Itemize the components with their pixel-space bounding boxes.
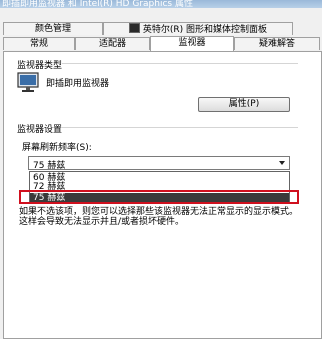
- window-title: 即插即用监视器 和 Intel(R) HD Graphics 属性: [2, 0, 193, 8]
- tab-color-management[interactable]: 颜色管理: [3, 22, 103, 35]
- divider: [62, 63, 298, 64]
- title-bar: 即插即用监视器 和 Intel(R) HD Graphics 属性: [0, 0, 322, 8]
- tab-intel-graphics[interactable]: 英特尔(R) 图形和媒体控制面板: [103, 22, 293, 35]
- monitor-icon: [17, 72, 39, 92]
- tab-label: 适配器: [98, 39, 126, 49]
- divider: [62, 127, 298, 128]
- tab-label: 监视器: [178, 38, 206, 48]
- refresh-rate-label: 屏幕刷新频率(S):: [22, 143, 92, 153]
- tab-label: 常规: [29, 39, 48, 49]
- refresh-warning-text: 如果不选该项，则您可以选择那些该监视器无法正常显示的显示模式。这样会导致无法显示…: [19, 207, 299, 227]
- intel-graphics-icon: [128, 23, 140, 33]
- monitor-settings-heading: 监视器设置: [17, 125, 63, 135]
- tab-monitor[interactable]: 监视器: [150, 36, 234, 51]
- chevron-down-icon[interactable]: [279, 161, 285, 165]
- tab-label: 疑难解答: [258, 39, 295, 49]
- refresh-rate-value: 75 赫兹: [33, 161, 66, 171]
- refresh-rate-select[interactable]: 75 赫兹: [28, 156, 290, 171]
- tab-adapter[interactable]: 适配器: [75, 37, 150, 50]
- tab-general[interactable]: 常规: [3, 37, 75, 50]
- monitor-type-heading: 监视器类型: [17, 61, 63, 71]
- properties-button-label: 属性(P): [228, 99, 260, 109]
- properties-button[interactable]: 属性(P): [198, 97, 290, 112]
- monitor-name: 即插即用监视器: [46, 79, 110, 89]
- tab-label: 颜色管理: [34, 24, 71, 34]
- highlight-annotation-box: [19, 190, 299, 204]
- tab-label: 英特尔(R) 图形和媒体控制面板: [142, 25, 268, 35]
- tab-troubleshoot[interactable]: 疑难解答: [234, 37, 320, 50]
